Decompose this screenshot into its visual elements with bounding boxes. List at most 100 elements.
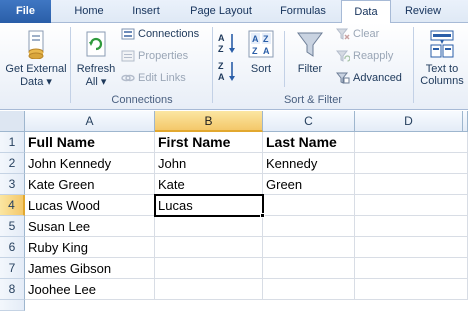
sort-label: Sort xyxy=(250,63,272,75)
connections-button[interactable]: Connections xyxy=(121,28,199,40)
cell-b5[interactable] xyxy=(155,216,263,237)
cell-c3[interactable]: Green xyxy=(263,174,355,195)
ribbon-separator xyxy=(413,27,414,103)
reapply-label: Reapply xyxy=(353,50,394,63)
clear-filter-icon xyxy=(336,28,350,40)
get-external-data-button[interactable]: Get External Data ▾ xyxy=(2,27,70,91)
row-header[interactable]: 3 xyxy=(0,174,25,195)
row-header-partial[interactable] xyxy=(0,300,25,311)
ribbon-separator xyxy=(212,27,213,103)
cell-c7[interactable] xyxy=(263,258,355,279)
cell-a1[interactable]: Full Name xyxy=(25,132,155,153)
sort-descending-icon: Z A xyxy=(218,61,235,82)
advanced-filter-button[interactable]: Advanced xyxy=(336,72,402,84)
row-header[interactable]: 8 xyxy=(0,279,25,300)
cell-b1[interactable]: First Name xyxy=(155,132,263,153)
ribbon-separator xyxy=(284,31,285,87)
worksheet-grid[interactable]: A B C D 1 Full Name First Name Last Name… xyxy=(0,111,468,311)
cell-b8[interactable] xyxy=(155,279,263,300)
ribbon-tab-bar: File Home Insert Page Layout Formulas Da… xyxy=(0,0,468,24)
filter-label: Filter xyxy=(297,63,323,75)
sort-a-to-z-button[interactable]: A Z xyxy=(217,31,237,55)
refresh-icon xyxy=(86,31,106,57)
tab-insert[interactable]: Insert xyxy=(118,0,174,23)
row-header[interactable]: 2 xyxy=(0,153,25,174)
edit-links-icon xyxy=(121,74,135,82)
filter-button[interactable]: Filter xyxy=(290,27,330,91)
row-header[interactable]: 1 xyxy=(0,132,25,153)
cell-a3[interactable]: Kate Green xyxy=(25,174,155,195)
properties-button[interactable]: Properties xyxy=(121,50,188,62)
tab-review[interactable]: Review xyxy=(392,0,454,23)
sort-icon: A Z Z A xyxy=(248,30,274,58)
cell-b7[interactable] xyxy=(155,258,263,279)
advanced-filter-label: Advanced xyxy=(353,72,402,85)
reapply-button[interactable]: Reapply xyxy=(336,50,393,62)
cell-c6[interactable] xyxy=(263,237,355,258)
sort-z-to-a-button[interactable]: Z A xyxy=(217,59,237,83)
refresh-all-button[interactable]: Refresh All ▾ xyxy=(74,27,118,91)
tab-formulas[interactable]: Formulas xyxy=(266,0,340,23)
cell-b2[interactable]: John xyxy=(155,153,263,174)
advanced-filter-icon xyxy=(336,72,350,84)
cell-a8[interactable]: Joohee Lee xyxy=(25,279,155,300)
select-all-corner[interactable] xyxy=(0,111,25,132)
cell-c1[interactable]: Last Name xyxy=(263,132,355,153)
cell-b6[interactable] xyxy=(155,237,263,258)
row-header[interactable]: 7 xyxy=(0,258,25,279)
cell-c5[interactable] xyxy=(263,216,355,237)
external-data-icon xyxy=(28,30,44,59)
svg-text:Z: Z xyxy=(218,61,224,71)
tab-page-layout[interactable]: Page Layout xyxy=(176,0,266,23)
reapply-icon xyxy=(336,50,350,62)
clear-filter-button[interactable]: Clear xyxy=(336,28,379,40)
column-header-e[interactable] xyxy=(463,111,468,132)
cell-d7[interactable] xyxy=(355,258,468,279)
cell-c8[interactable] xyxy=(263,279,355,300)
cell-a5[interactable]: Susan Lee xyxy=(25,216,155,237)
cell-d4[interactable] xyxy=(355,195,468,216)
cell-d1[interactable] xyxy=(355,132,468,153)
cell-c2[interactable]: Kennedy xyxy=(263,153,355,174)
cell-a2[interactable]: John Kennedy xyxy=(25,153,155,174)
properties-icon xyxy=(121,50,135,62)
svg-text:A: A xyxy=(218,72,225,82)
fill-handle[interactable] xyxy=(260,213,265,218)
edit-links-button[interactable]: Edit Links xyxy=(121,72,186,84)
svg-text:Z: Z xyxy=(218,44,224,54)
clear-filter-label: Clear xyxy=(353,28,380,41)
sort-button[interactable]: A Z Z A Sort xyxy=(243,27,279,91)
group-label-sort-filter: Sort & Filter xyxy=(283,94,343,106)
cell-d3[interactable] xyxy=(355,174,468,195)
tab-data[interactable]: Data xyxy=(341,0,391,24)
cell-d2[interactable] xyxy=(355,153,468,174)
row-header[interactable]: 4 xyxy=(0,195,25,216)
ribbon-separator xyxy=(70,27,71,103)
cell-b3[interactable]: Kate xyxy=(155,174,263,195)
properties-label: Properties xyxy=(138,50,189,63)
row-header[interactable]: 6 xyxy=(0,237,25,258)
column-header-b[interactable]: B xyxy=(155,111,263,132)
text-to-columns-button[interactable]: Text to Columns xyxy=(416,27,468,91)
connections-icon xyxy=(121,28,135,40)
tab-home[interactable]: Home xyxy=(60,0,118,23)
cell-d6[interactable] xyxy=(355,237,468,258)
text-to-columns-icon xyxy=(430,30,454,58)
cell-a4[interactable]: Lucas Wood xyxy=(25,195,155,216)
column-header-c[interactable]: C xyxy=(263,111,355,132)
svg-text:A: A xyxy=(218,33,225,43)
svg-text:Z: Z xyxy=(263,34,269,44)
cell-a6[interactable]: Ruby King xyxy=(25,237,155,258)
svg-text:A: A xyxy=(263,46,270,56)
row-header[interactable]: 5 xyxy=(0,216,25,237)
cell-a7[interactable]: James Gibson xyxy=(25,258,155,279)
tab-file[interactable]: File xyxy=(0,0,51,23)
column-header-a[interactable]: A xyxy=(25,111,155,132)
cell-d8[interactable] xyxy=(355,279,468,300)
svg-text:A: A xyxy=(252,34,259,44)
column-header-d[interactable]: D xyxy=(355,111,463,132)
filter-funnel-icon xyxy=(297,32,323,57)
cell-d5[interactable] xyxy=(355,216,468,237)
svg-text:Z: Z xyxy=(252,46,258,56)
cell-c4[interactable] xyxy=(263,195,355,216)
